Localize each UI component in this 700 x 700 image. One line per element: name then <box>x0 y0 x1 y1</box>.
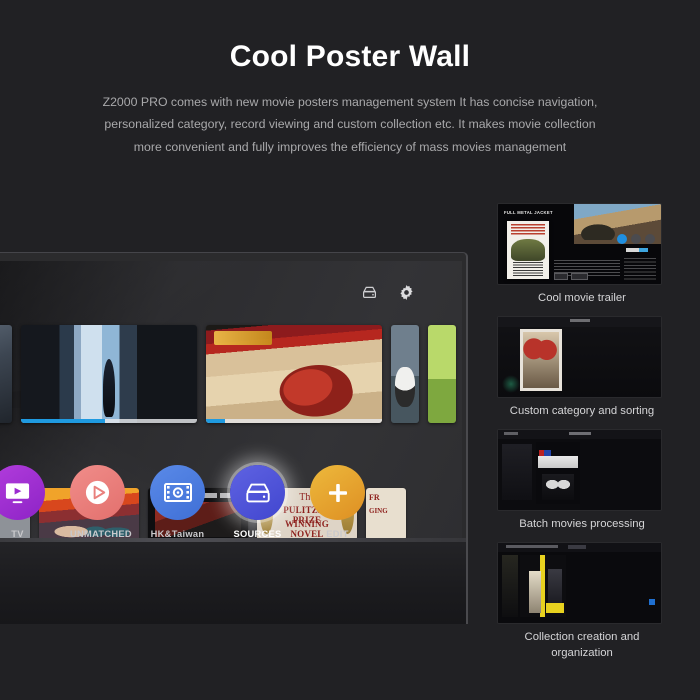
nav-label: EDIT <box>326 529 349 538</box>
tv-icon <box>0 465 45 520</box>
feature-thumbnail-item[interactable]: FULL METAL JACKET Cool movie trailer <box>498 204 666 306</box>
settings-icon[interactable] <box>399 285 414 300</box>
banner-row: 惊奇队长 西游记之大圣归来 <box>0 325 462 423</box>
thumbnail-caption: Collection creation and organization <box>524 631 640 660</box>
feature-thumbnail-item[interactable]: Collection creation and organization <box>498 543 666 661</box>
preview-rating <box>626 248 648 252</box>
page-title: Cool Poster Wall <box>229 40 471 73</box>
preview-titlebar <box>498 543 661 553</box>
feature-thumbnail-list: FULL METAL JACKET Cool movie trailer Cus… <box>498 204 666 672</box>
nav-item-unmatched[interactable]: UNMATCHED <box>70 465 132 538</box>
preview-poster <box>520 555 566 618</box>
nav-label: TV <box>11 529 24 538</box>
poster-text-lines <box>511 224 545 236</box>
screenshot-preview[interactable] <box>498 430 661 511</box>
thumbnail-caption: Batch movies processing <box>519 518 645 531</box>
preview-poster <box>536 442 580 505</box>
sources-icon[interactable] <box>362 286 377 299</box>
movie-logo <box>214 331 272 345</box>
play-button-icon <box>617 234 627 244</box>
nav-label: UNMATCHED <box>70 529 132 538</box>
progress-bar <box>21 419 197 423</box>
plus-icon <box>310 465 365 520</box>
tv-chin-highlight <box>0 538 466 542</box>
helmet-art <box>511 239 545 261</box>
nav-item-edit[interactable]: EDIT <box>310 465 365 538</box>
more-button-icon <box>645 234 655 244</box>
feature-thumbnail-item[interactable]: Batch movies processing <box>498 430 666 532</box>
tv-screen: 惊奇队长 西游记之大圣归来 <box>0 261 462 538</box>
preview-tag-2 <box>571 273 588 280</box>
tv-bezel: 惊奇队长 西游记之大圣归来 <box>0 252 468 624</box>
banner-card[interactable] <box>391 325 419 423</box>
nav-label: SOURCES <box>233 529 282 538</box>
poster-credits <box>513 262 543 276</box>
banner-card[interactable] <box>428 325 456 423</box>
banner-card[interactable]: 惊奇队长 <box>21 325 197 423</box>
feature-thumbnail-item[interactable]: Custom category and sorting <box>498 317 666 419</box>
nav-label: HK&Taiwan <box>150 529 205 538</box>
ui-topbar <box>362 285 414 300</box>
nav-item-hk-taiwan[interactable]: HK&Taiwan <box>150 465 205 538</box>
preview-left-panel <box>502 444 532 501</box>
preview-left-panel <box>502 555 518 618</box>
screenshot-root: Cool Poster Wall Z2000 PRO comes with ne… <box>0 0 700 700</box>
preview-titlebar <box>498 430 661 440</box>
preview-glow <box>502 375 520 394</box>
screenshot-preview[interactable] <box>498 543 661 624</box>
bookmark-button-icon <box>631 234 641 244</box>
banner-card[interactable] <box>0 325 12 423</box>
preview-movie-title: FULL METAL JACKET <box>504 210 553 215</box>
preview-poster <box>507 221 549 279</box>
nav-item-sources[interactable]: SOURCES <box>230 465 285 538</box>
banner-card[interactable]: 西游记之大圣归来 <box>206 325 382 423</box>
category-nav-row: IE TV <box>0 465 462 538</box>
nav-item-tv[interactable]: TV <box>0 465 45 538</box>
preview-accent-dot <box>649 599 655 606</box>
thumbnail-caption: Custom category and sorting <box>509 405 655 418</box>
preview-action-buttons <box>617 234 655 244</box>
preview-titlebar <box>498 317 661 328</box>
preview-tag-1 <box>554 273 568 280</box>
preview-poster <box>520 329 562 392</box>
tv-mockup: 惊奇队长 西游记之大圣归来 <box>0 252 468 624</box>
preview-sidebar-info <box>624 258 656 280</box>
screenshot-preview[interactable]: FULL METAL JACKET <box>498 204 661 284</box>
screenshot-preview[interactable] <box>498 317 661 398</box>
progress-bar <box>206 419 382 423</box>
thumbnail-caption: Cool movie trailer <box>538 292 626 304</box>
film-strip-icon <box>150 465 205 520</box>
hero-section: Cool Poster Wall Z2000 PRO comes with ne… <box>0 0 700 158</box>
page-description: Z2000 PRO comes with new movie posters m… <box>102 95 598 154</box>
tv-chin <box>0 538 466 624</box>
drive-icon <box>230 465 285 520</box>
play-circle-icon <box>70 465 125 520</box>
